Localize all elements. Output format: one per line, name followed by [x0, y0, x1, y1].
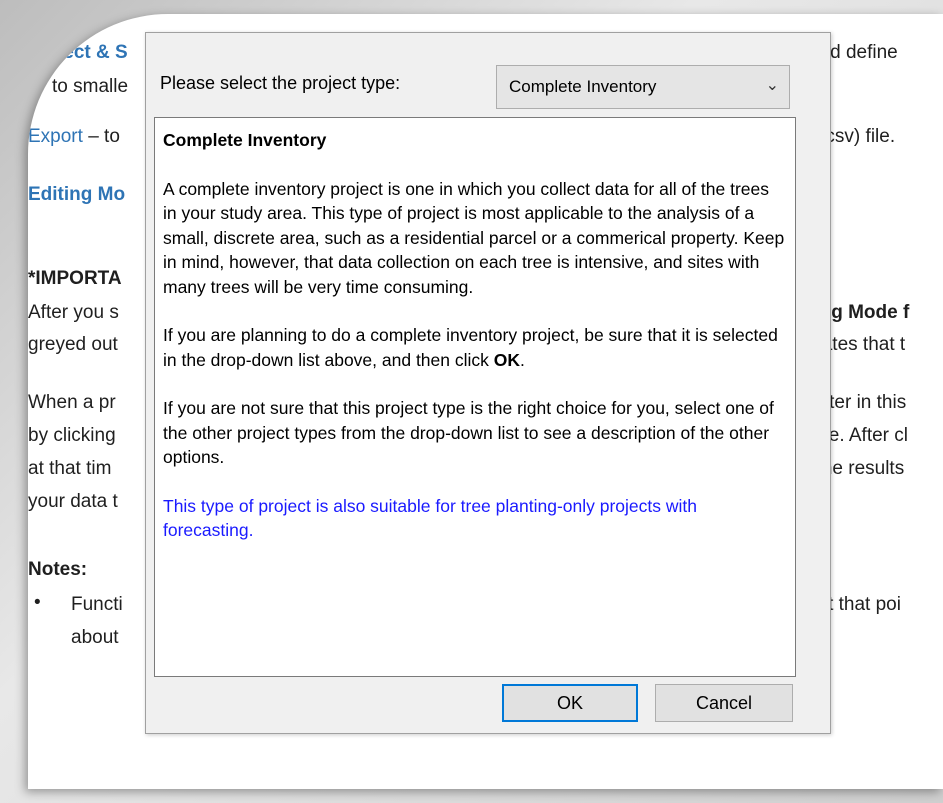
doc-bullet: • [34, 592, 41, 613]
description-paragraph-2: If you are planning to do a complete inv… [163, 323, 787, 372]
description-p2-text: If you are planning to do a complete inv… [163, 325, 778, 370]
chevron-down-icon: ⌄ [765, 77, 779, 94]
doc-line-1-left: ject & S [58, 42, 128, 63]
description-p2-period: . [520, 349, 525, 370]
project-description-box: Complete Inventory A complete inventory … [154, 117, 796, 677]
doc-line-8-left: When a pr [28, 392, 116, 413]
description-paragraph-1: A complete inventory project is one in w… [163, 178, 785, 297]
doc-line-10-left: at that tim [28, 458, 112, 479]
export-link[interactable]: Export [28, 126, 83, 147]
doc-heading-editing-mode: Editing Mo [28, 184, 126, 205]
description-p2-ok: OK [493, 349, 520, 370]
cancel-button[interactable]: Cancel [655, 684, 793, 722]
ok-button[interactable]: OK [502, 684, 638, 722]
doc-line-3-left: Export – to [28, 126, 120, 148]
doc-line-3-rest: – to [82, 126, 120, 147]
doc-line-9-left: by clicking [28, 425, 116, 446]
doc-notes-heading: Notes: [28, 559, 88, 580]
project-type-select[interactable]: Complete Inventory ⌄ [496, 65, 790, 109]
doc-important: *IMPORTA [28, 268, 122, 289]
doc-line-2-left: to smalle [52, 76, 129, 97]
doc-line-6-left: After you s [28, 302, 119, 323]
doc-line-11-left: your data t [28, 491, 118, 512]
description-heading: Complete Inventory [163, 130, 327, 150]
doc-line-14-left: about [71, 627, 119, 648]
description-note: This type of project is also suitable fo… [163, 495, 698, 541]
doc-line-13-left: Functi [71, 594, 123, 615]
doc-line-7-left: greyed out [28, 334, 118, 355]
project-type-dialog: Please select the project type: Complete… [145, 32, 831, 734]
page-frame: ject & S and define to smalle Export – t… [0, 0, 943, 803]
description-paragraph-3: If you are not sure that this project ty… [163, 398, 774, 467]
project-type-label: Please select the project type: [160, 73, 401, 93]
project-type-selected-value: Complete Inventory [509, 77, 657, 96]
document-page: ject & S and define to smalle Export – t… [28, 14, 943, 789]
